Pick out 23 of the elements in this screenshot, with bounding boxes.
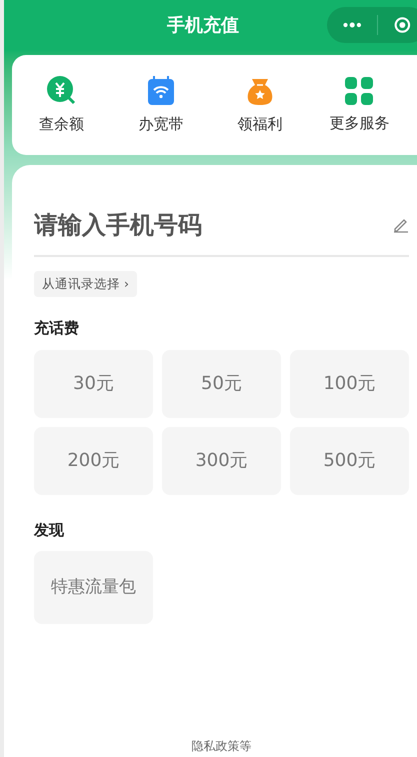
amount-option[interactable]: 500元	[290, 426, 409, 494]
amount-option[interactable]: 30元	[34, 350, 153, 418]
service-button[interactable]: 更多服务	[314, 76, 404, 134]
yuan-search-icon	[46, 74, 78, 107]
section-title: 充话费	[34, 318, 80, 339]
service-button[interactable]: 查余额	[16, 74, 107, 136]
phone-input[interactable]: 请输入手机号码	[34, 207, 409, 257]
page-title: 手机充值	[167, 14, 239, 38]
grid-icon	[344, 76, 374, 106]
capsule-menu[interactable]	[327, 7, 417, 43]
amount-option[interactable]: 50元	[162, 350, 281, 418]
phone-input-field[interactable]: 请输入手机号码	[34, 207, 393, 243]
section-title: 发现	[34, 520, 65, 540]
service-button[interactable]: 办宽带	[116, 74, 206, 136]
amount-option[interactable]: 300元	[162, 426, 281, 494]
amount-option[interactable]: 200元	[34, 426, 153, 494]
discover-option[interactable]: 特惠流量包	[34, 551, 153, 624]
privacy-link[interactable]: 隐私政策等	[192, 737, 252, 755]
pencil-icon[interactable]	[393, 217, 409, 233]
contacts-button[interactable]: 从通讯录选择 ›	[34, 271, 137, 297]
more-icon[interactable]	[343, 21, 362, 29]
amount-option[interactable]: 100元	[290, 350, 409, 418]
service-button[interactable]: 领福利	[215, 74, 306, 136]
